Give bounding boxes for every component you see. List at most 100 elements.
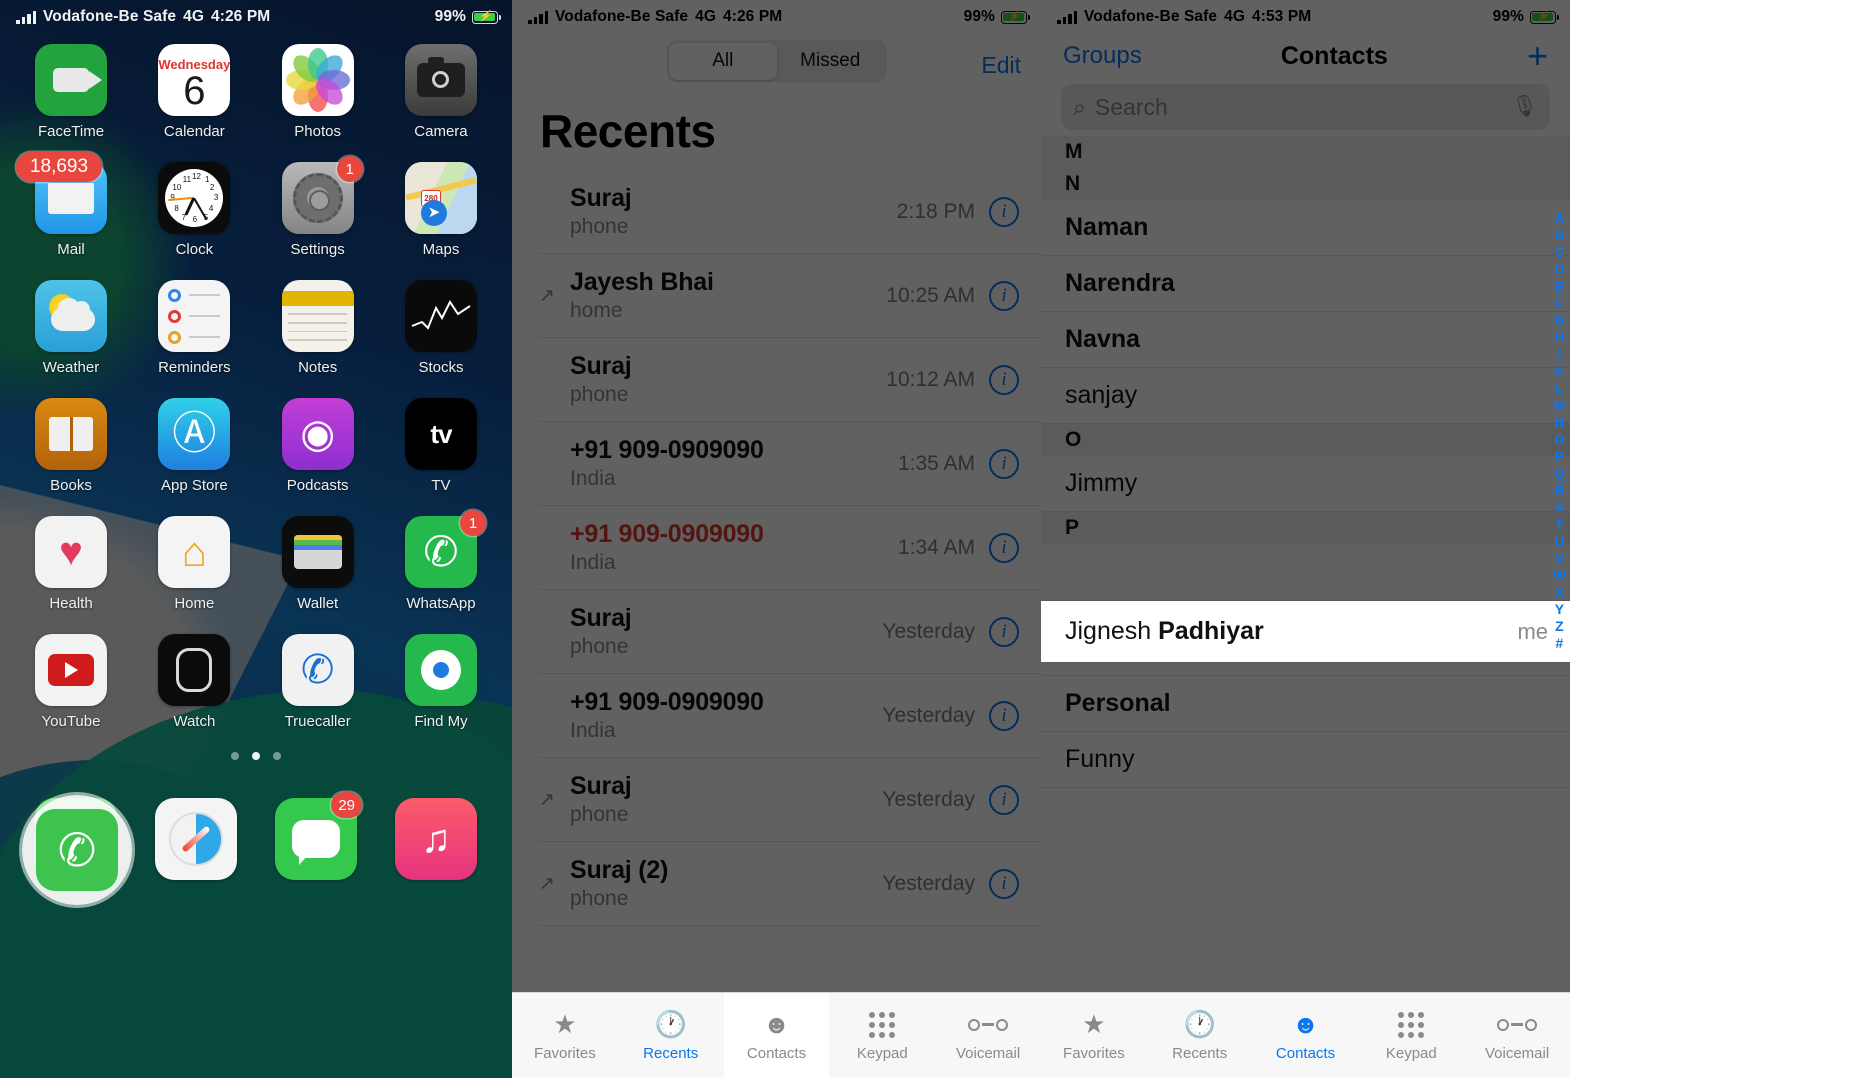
alphabet-index-letter[interactable]: Q (1554, 465, 1565, 481)
call-row[interactable]: +91 909-0909090 India 1:35 AM i (540, 422, 1041, 506)
alphabet-index-letter[interactable]: K (1554, 363, 1564, 379)
alphabet-index-letter[interactable]: B (1554, 227, 1564, 243)
segment-all[interactable]: All (669, 42, 777, 80)
app-facetime[interactable]: FaceTime (20, 44, 122, 140)
app-podcasts[interactable]: ◉ Podcasts (267, 398, 369, 494)
info-circle-icon[interactable]: i (989, 616, 1019, 647)
contact-row[interactable]: Funny (1041, 732, 1570, 788)
app-weather[interactable]: Weather (20, 280, 122, 376)
alphabet-index-letter[interactable]: F (1555, 295, 1564, 311)
app-appstore[interactable]: Ⓐ App Store (143, 398, 245, 494)
groups-button[interactable]: Groups (1063, 42, 1142, 70)
tab-contacts[interactable]: ☻ Contacts (723, 993, 830, 1078)
app-photos[interactable]: Photos (267, 44, 369, 140)
alphabet-index-letter[interactable]: Y (1555, 601, 1564, 617)
alphabet-index-letter[interactable]: I (1557, 346, 1561, 362)
info-circle-icon[interactable]: i (989, 700, 1019, 731)
call-row[interactable]: Suraj phone 10:12 AM i (540, 338, 1041, 422)
contact-row[interactable]: Narendra (1041, 256, 1570, 312)
info-circle-icon[interactable]: i (989, 532, 1019, 563)
info-circle-icon[interactable]: i (989, 196, 1019, 227)
tab-keypad[interactable]: Keypad (829, 993, 935, 1078)
alphabet-index-letter[interactable]: E (1555, 278, 1564, 294)
alphabet-index[interactable]: A B C D E F G H I K L M N O P Q R S T U V W X Y Z # (1553, 210, 1566, 651)
alphabet-index-letter[interactable]: C (1554, 244, 1564, 260)
app-watch[interactable]: Watch (143, 634, 245, 730)
alphabet-index-letter[interactable]: H (1554, 329, 1564, 345)
app-health[interactable]: ♥ Health (20, 516, 122, 612)
app-truecaller[interactable]: ✆ Truecaller (267, 634, 369, 730)
info-circle-icon[interactable]: i (989, 784, 1019, 815)
alphabet-index-letter[interactable]: N (1554, 414, 1564, 430)
page-dot[interactable] (273, 752, 281, 760)
alphabet-index-letter[interactable]: S (1555, 499, 1564, 515)
app-clock[interactable]: 123 69 111 24 57 810 Clock (143, 162, 245, 258)
page-dot[interactable] (231, 752, 239, 760)
contact-row[interactable]: Personal (1041, 676, 1570, 732)
info-circle-icon[interactable]: i (989, 280, 1019, 311)
dock-app-phone-highlighted[interactable]: ✆ (36, 809, 118, 891)
tab-voicemail[interactable]: Voicemail (935, 993, 1041, 1078)
alphabet-index-letter[interactable]: U (1554, 533, 1564, 549)
alphabet-index-letter[interactable]: R (1554, 482, 1564, 498)
info-circle-icon[interactable]: i (989, 364, 1019, 395)
alphabet-index-letter[interactable]: Z (1555, 618, 1564, 634)
call-row[interactable]: +91 909-0909090 India Yesterday i (540, 674, 1041, 758)
app-tv[interactable]: tv TV (390, 398, 492, 494)
dock-app-music[interactable]: ♫ (384, 798, 488, 880)
tab-contacts[interactable]: ☻ Contacts (1253, 993, 1359, 1078)
call-row[interactable]: ↗ Suraj phone Yesterday i (539, 758, 1041, 842)
app-reminders[interactable]: Reminders (143, 280, 245, 376)
app-mail[interactable]: 18,693 Mail (16, 152, 122, 258)
segment-missed[interactable]: Missed (777, 43, 885, 80)
alphabet-index-letter[interactable]: V (1555, 550, 1564, 566)
app-home[interactable]: ⌂ Home (143, 516, 245, 612)
call-row[interactable]: ↗ Jayesh Bhai home 10:25 AM i (539, 254, 1041, 338)
edit-button[interactable]: Edit (981, 52, 1021, 79)
app-notes[interactable]: Notes (267, 280, 369, 376)
alphabet-index-letter[interactable]: D (1554, 261, 1564, 277)
app-calendar[interactable]: Wednesday 6 Calendar (143, 44, 245, 140)
app-books[interactable]: Books (20, 398, 122, 494)
tab-recents[interactable]: 🕐 Recents (1147, 993, 1253, 1078)
alphabet-index-letter[interactable]: G (1554, 312, 1565, 328)
search-input[interactable]: ⌕ Search 🎙 (1061, 84, 1550, 130)
plus-icon[interactable]: + (1527, 38, 1548, 74)
alphabet-index-letter[interactable]: M (1554, 397, 1566, 413)
app-maps[interactable]: 280 ➤ Maps (390, 162, 492, 258)
dock-app-safari[interactable] (144, 798, 248, 880)
alphabet-index-letter[interactable]: # (1555, 635, 1563, 651)
dock-app-messages[interactable]: 29 (264, 792, 368, 880)
contact-row-highlighted[interactable]: Jignesh Padhiyar me (1041, 601, 1570, 662)
app-stocks[interactable]: Stocks (390, 280, 492, 376)
contact-row[interactable]: Jimmy (1041, 456, 1570, 512)
info-circle-icon[interactable]: i (989, 868, 1019, 899)
call-row[interactable]: ↗ Suraj (2) phone Yesterday i (539, 842, 1041, 926)
alphabet-index-letter[interactable]: O (1554, 431, 1565, 447)
app-findmy[interactable]: Find My (390, 634, 492, 730)
alphabet-index-letter[interactable]: T (1555, 516, 1564, 532)
info-circle-icon[interactable]: i (989, 448, 1019, 479)
alphabet-index-letter[interactable]: P (1555, 448, 1564, 464)
app-whatsapp[interactable]: 1 ✆ WhatsApp (390, 510, 492, 612)
contact-row[interactable]: sanjay (1041, 368, 1570, 424)
call-row-missed[interactable]: +91 909-0909090 India 1:34 AM i (540, 506, 1041, 590)
alphabet-index-letter[interactable]: L (1555, 380, 1564, 396)
microphone-icon[interactable]: 🎙 (1511, 95, 1538, 119)
app-youtube[interactable]: YouTube (20, 634, 122, 730)
tab-favorites[interactable]: ★ Favorites (512, 993, 618, 1078)
call-row[interactable]: Suraj phone 2:18 PM i (540, 170, 1041, 254)
app-camera[interactable]: Camera (390, 44, 492, 140)
alphabet-index-letter[interactable]: X (1555, 584, 1564, 600)
alphabet-index-letter[interactable]: A (1554, 210, 1564, 226)
contact-row[interactable]: Naman (1041, 200, 1570, 256)
tab-recents[interactable]: 🕐 Recents (618, 993, 724, 1078)
page-dot-active[interactable] (252, 752, 260, 760)
alphabet-index-letter[interactable]: W (1553, 567, 1566, 583)
tab-favorites[interactable]: ★ Favorites (1041, 993, 1147, 1078)
app-wallet[interactable]: Wallet (267, 516, 369, 612)
call-row[interactable]: Suraj phone Yesterday i (540, 590, 1041, 674)
tab-voicemail[interactable]: Voicemail (1464, 993, 1570, 1078)
tab-keypad[interactable]: Keypad (1358, 993, 1464, 1078)
app-settings[interactable]: 1 Settings (267, 156, 369, 258)
